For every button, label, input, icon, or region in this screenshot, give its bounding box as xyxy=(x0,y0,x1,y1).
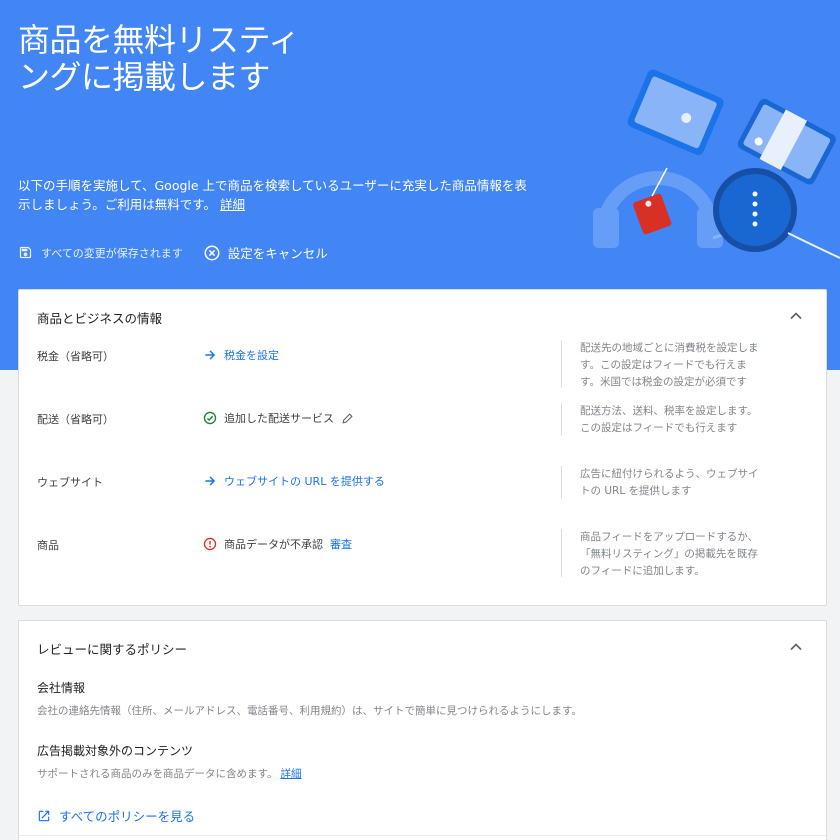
unsupported-content-title: 広告掲載対象外のコンテンツ xyxy=(37,744,194,758)
save-icon xyxy=(19,246,32,259)
tax-help: 配送先の地域ごとに消費税を設定します。この設定はフィードでも行えます。米国では税… xyxy=(580,342,759,388)
provide-url-label: ウェブサイトの URL を提供する xyxy=(224,475,385,488)
hero-description-text: 以下の手順を実施して、Google 上で商品を検索しているユーザーに充実した商品… xyxy=(18,178,527,212)
shipping-status-text: 追加した配送サービス xyxy=(224,412,334,425)
tax-row: 税金（省略可） 税金を設定 配送先の地域ごとに消費税を設定します。この設定はフィ… xyxy=(19,340,828,390)
details-link[interactable]: 詳細 xyxy=(220,197,245,212)
hero-description: 以下の手順を実施して、Google 上で商品を検索しているユーザーに充実した商品… xyxy=(18,176,528,214)
review-policy-title: レビューに関するポリシー xyxy=(37,642,188,657)
edit-pencil-icon[interactable] xyxy=(341,412,354,425)
review-link[interactable]: 審査 xyxy=(330,536,352,552)
save-status-text: すべての変更が保存されます xyxy=(41,246,183,260)
divider xyxy=(561,403,562,436)
shipping-status: 追加した配送サービス xyxy=(203,410,361,426)
products-help: 商品フィードをアップロードするか、「無料リスティング」の掲載先を既存のフィードに… xyxy=(580,531,759,577)
website-row: ウェブサイト ウェブサイトの URL を提供する 広告に紐付けられるよう、ウェブ… xyxy=(19,466,828,501)
unsupported-content-text: サポートされる商品のみを商品データに含めます。 xyxy=(37,768,278,780)
company-info-title: 会社情報 xyxy=(37,681,86,695)
products-status-text: 商品データが不承認 xyxy=(224,538,323,551)
collapse-chevron-icon[interactable] xyxy=(786,637,806,657)
error-icon xyxy=(203,537,217,551)
shipping-row: 配送（省略可） 追加した配送サービス 配送方法、送料、税率を設定します。この設定… xyxy=(19,403,828,438)
cancel-setup-label: 設定をキャンセル xyxy=(227,246,328,261)
products-row: 商品 商品データが不承認 審査 商品フィードをアップロードするか、「無料リスティ… xyxy=(19,529,828,579)
tax-label: 税金（省略可） xyxy=(37,350,114,363)
hero-actions: すべての変更が保存されます 設定をキャンセル xyxy=(18,243,328,262)
company-info-desc: 会社の連絡先情報（住所、メールアドレス、電話番号、利用規約）は、サイトで簡単に見… xyxy=(37,705,582,717)
website-help: 広告に紐付けられるよう、ウェブサイトの URL を提供します xyxy=(580,468,759,497)
see-all-policies-link[interactable]: すべてのポリシーを見る xyxy=(37,806,195,825)
shipping-label: 配送（省略可） xyxy=(37,413,114,426)
collapse-chevron-icon[interactable] xyxy=(786,306,806,326)
set-tax-label: 税金を設定 xyxy=(224,349,279,362)
products-label: 商品 xyxy=(37,539,59,552)
shipping-help: 配送方法、送料、税率を設定します。この設定はフィードでも行えます xyxy=(580,405,758,434)
shopping-illustration xyxy=(593,69,840,259)
page-title: 商品を無料リスティングに掲載します xyxy=(18,21,300,96)
website-label: ウェブサイト xyxy=(37,476,103,489)
set-tax-link[interactable]: 税金を設定 xyxy=(203,347,279,363)
check-circle-icon xyxy=(203,411,217,425)
cancel-setup-button[interactable]: 設定をキャンセル xyxy=(203,243,328,262)
arrow-right-icon xyxy=(205,350,216,360)
products-status: 商品データが不承認 審査 xyxy=(203,536,352,552)
review-policy-card: レビューに関するポリシー 会社情報 会社の連絡先情報（住所、メールアドレス、電話… xyxy=(18,620,828,840)
divider xyxy=(561,466,562,499)
save-status: すべての変更が保存されます xyxy=(18,245,183,261)
business-info-card: 商品とビジネスの情報 税金（省略可） 税金を設定 配送先の地域ごとに消費税を設定… xyxy=(18,289,827,606)
see-all-policies-label: すべてのポリシーを見る xyxy=(59,809,196,824)
details-link[interactable]: 詳細 xyxy=(280,768,301,780)
divider xyxy=(561,529,562,577)
open-in-new-icon xyxy=(38,810,50,821)
arrow-right-icon xyxy=(205,476,216,486)
cancel-circle-icon xyxy=(204,245,220,260)
unsupported-content-desc: サポートされる商品のみを商品データに含めます。 詳細 xyxy=(37,766,301,781)
business-info-title: 商品とビジネスの情報 xyxy=(37,311,163,326)
divider xyxy=(19,835,828,836)
divider xyxy=(561,340,562,388)
provide-url-link[interactable]: ウェブサイトの URL を提供する xyxy=(203,473,385,489)
